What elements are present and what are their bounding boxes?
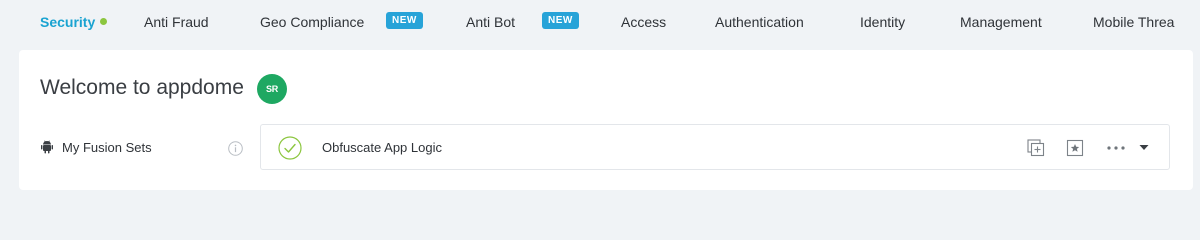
tab-anti-fraud[interactable]: Anti Fraud [144, 12, 209, 32]
page-title: Welcome to appdome [40, 76, 244, 99]
check-circle-icon [278, 136, 302, 160]
selected-fusion-set: Obfuscate App Logic [322, 140, 442, 155]
fusion-set-selector[interactable]: Obfuscate App Logic [260, 124, 1170, 170]
tab-mobile-threat[interactable]: Mobile Threa [1093, 12, 1174, 32]
tab-identity[interactable]: Identity [860, 12, 905, 32]
caret-down-icon[interactable] [1138, 140, 1150, 154]
tab-anti-bot[interactable]: Anti Bot [466, 12, 515, 32]
tab-authentication[interactable]: Authentication [715, 12, 804, 32]
main-card: Welcome to appdome SR My Fusion Sets Obf… [19, 50, 1193, 190]
active-indicator-dot [100, 18, 107, 25]
tab-geo-compliance[interactable]: Geo Compliance [260, 12, 364, 32]
fusion-sets-label: My Fusion Sets [62, 140, 152, 155]
star-icon[interactable] [1065, 138, 1085, 158]
more-icon[interactable] [1105, 138, 1127, 158]
info-icon[interactable] [228, 141, 243, 156]
duplicate-icon[interactable] [1026, 138, 1046, 158]
tab-access[interactable]: Access [621, 12, 666, 32]
new-badge-anti-bot: NEW [542, 12, 579, 29]
android-icon [41, 140, 53, 154]
tab-management[interactable]: Management [960, 12, 1042, 32]
top-nav-tabs: Security Anti Fraud Geo Compliance NEW A… [0, 0, 1200, 44]
tab-security[interactable]: Security [40, 12, 95, 32]
avatar[interactable]: SR [257, 74, 287, 104]
new-badge-geo-compliance: NEW [386, 12, 423, 29]
